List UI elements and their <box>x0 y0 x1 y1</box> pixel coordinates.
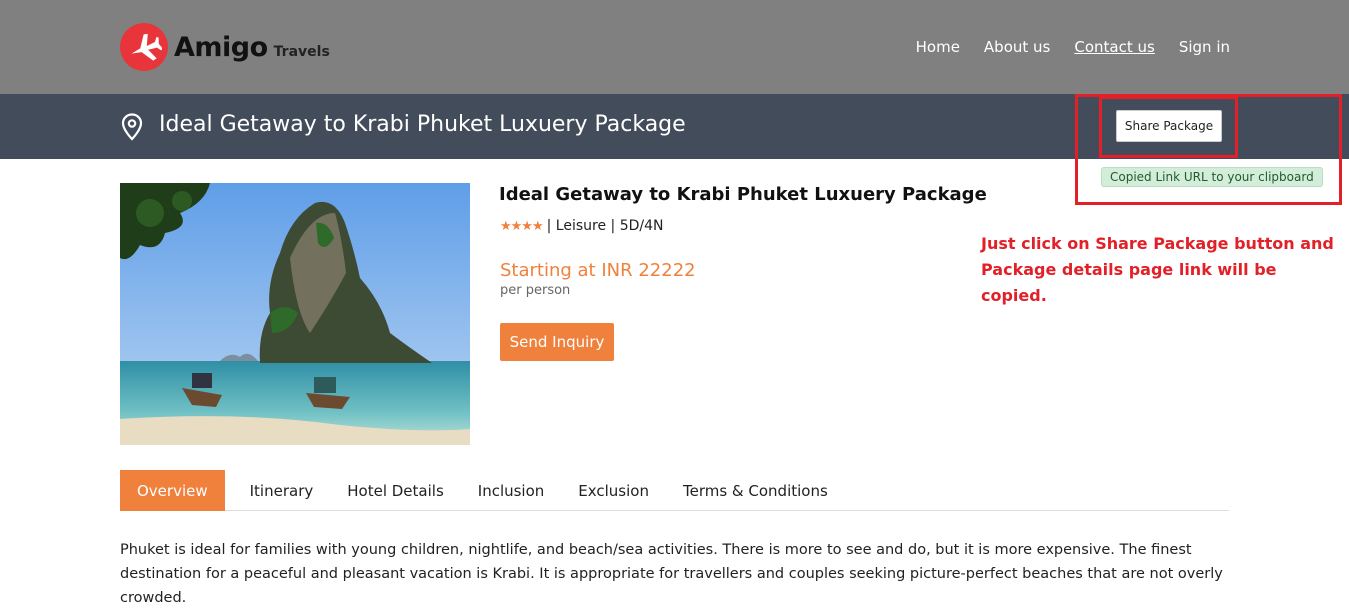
package-tabs: Overview Itinerary Hotel Details Inclusi… <box>120 470 1229 511</box>
nav-sign-in[interactable]: Sign in <box>1179 38 1230 56</box>
annotation-line-2: Package details page link will be copied… <box>981 260 1277 305</box>
nav-about-us[interactable]: About us <box>984 38 1050 56</box>
tab-exclusion[interactable]: Exclusion <box>561 470 666 511</box>
star-rating-icon: ★★★★ <box>500 218 544 234</box>
nav-contact-us[interactable]: Contact us <box>1074 38 1154 56</box>
package-price: Starting at INR 22222 <box>500 260 696 281</box>
brand-subtitle: Travels <box>273 43 330 60</box>
send-inquiry-button[interactable]: Send Inquiry <box>500 323 614 361</box>
annotation-button-highlight <box>1099 96 1238 158</box>
price-unit: per person <box>500 283 571 298</box>
package-photo <box>120 183 470 445</box>
package-name: Ideal Getaway to Krabi Phuket Luxuery Pa… <box>499 184 987 205</box>
tab-itinerary[interactable]: Itinerary <box>233 470 331 511</box>
location-pin-icon <box>121 113 143 145</box>
main-nav: Home About us Contact us Sign in <box>916 38 1230 56</box>
annotation-line-1: Just click on Share Package button and <box>981 234 1334 253</box>
brand-logo[interactable]: Amigo Travels <box>120 23 330 71</box>
tab-overview[interactable]: Overview <box>120 470 225 511</box>
package-type-duration: | Leisure | 5D/4N <box>546 218 664 234</box>
tab-hotel-details[interactable]: Hotel Details <box>330 470 461 511</box>
tab-inclusion[interactable]: Inclusion <box>461 470 562 511</box>
annotation-note: Just click on Share Package button and P… <box>981 231 1341 309</box>
tab-terms-conditions[interactable]: Terms & Conditions <box>666 470 845 511</box>
brand-name: Amigo <box>174 31 268 63</box>
airplane-icon <box>120 23 168 71</box>
nav-home[interactable]: Home <box>916 38 960 56</box>
page-title: Ideal Getaway to Krabi Phuket Luxuery Pa… <box>159 112 686 137</box>
overview-text: Phuket is ideal for families with young … <box>120 542 1223 606</box>
package-meta: ★★★★ | Leisure | 5D/4N <box>500 218 663 234</box>
